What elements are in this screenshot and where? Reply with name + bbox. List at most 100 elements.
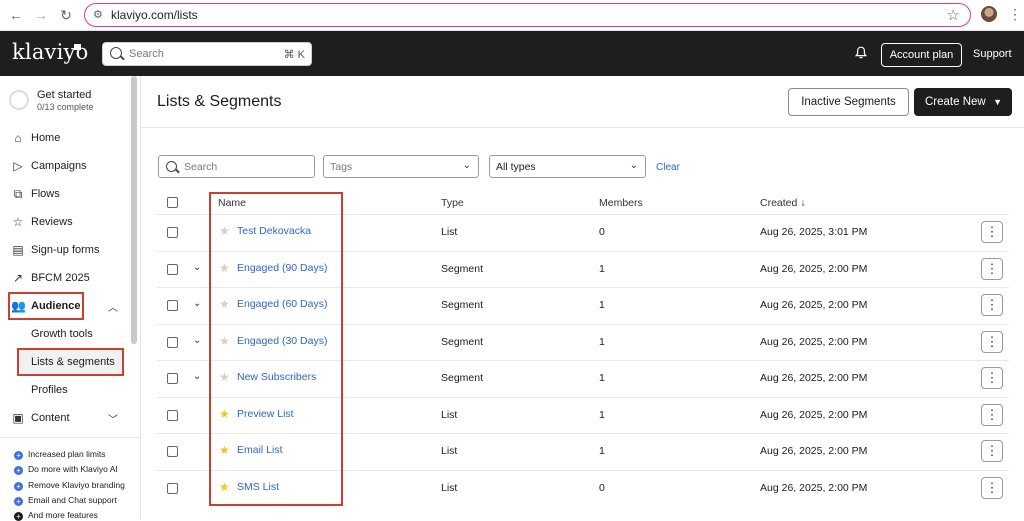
column-header-members[interactable]: Members [599, 197, 643, 209]
sidebar-item-label: Home [31, 132, 61, 144]
plus-icon: + [14, 512, 23, 521]
row-checkbox[interactable] [167, 300, 178, 311]
row-checkbox[interactable] [167, 336, 178, 348]
row-checkbox[interactable] [167, 409, 178, 421]
inactive-segments-button[interactable]: Inactive Segments [788, 88, 909, 116]
upsell-item[interactable]: + Remove Klaviyo branding [14, 480, 125, 491]
sidebar-item-label: Reviews [31, 216, 73, 228]
plus-icon: + [14, 497, 23, 506]
upsell-item[interactable]: + Increased plan limits [14, 449, 105, 460]
type-select[interactable]: All types ⌄ [489, 155, 646, 178]
sidebar-item-growth-tools[interactable]: Growth tools [31, 328, 93, 340]
bookmark-star-icon[interactable]: ☆ [947, 6, 960, 24]
row-more-options-button[interactable]: ⋮ [981, 367, 1003, 389]
form-icon: ▤ [12, 243, 24, 257]
search-icon [110, 47, 122, 59]
chevron-down-icon[interactable]: ⌄ [193, 335, 201, 346]
url-text: klaviyo.com/lists [111, 8, 198, 22]
search-shortcut: ⌘ K [283, 49, 305, 61]
app-header: klaviyo Search ⌘ K Account plan Support [0, 31, 1024, 76]
upsell-item[interactable]: + Do more with Klaviyo AI [14, 464, 118, 475]
tags-select[interactable]: Tags ⌄ [323, 155, 479, 178]
row-created: Aug 26, 2025, 2:00 PM [760, 299, 868, 311]
type-value: All types [496, 161, 536, 173]
row-more-options-button[interactable]: ⋮ [981, 476, 1003, 499]
sidebar-scrollbar[interactable] [131, 76, 137, 344]
select-all-checkbox[interactable] [167, 197, 178, 208]
bell-icon[interactable] [855, 46, 867, 59]
content-icon: ▣ [12, 411, 24, 425]
row-type: List [441, 408, 458, 421]
column-header-created[interactable]: Created ↓ [760, 197, 806, 209]
upsell-label: Do more with Klaviyo AI [28, 464, 118, 474]
reload-icon[interactable]: ↻ [58, 7, 74, 23]
back-icon[interactable]: ← [8, 7, 24, 23]
row-checkbox[interactable] [167, 263, 178, 275]
browser-menu-icon[interactable]: ⋮ [1008, 6, 1022, 23]
sidebar-item-content[interactable]: ▣ Content ﹀ [0, 407, 131, 429]
sidebar-item-signup-forms[interactable]: ▤ Sign-up forms [0, 239, 131, 261]
support-link[interactable]: Support [973, 48, 1012, 60]
lists-segments-highlight-box [17, 348, 124, 376]
column-header-type[interactable]: Type [441, 197, 464, 209]
trend-icon: ↗ [12, 271, 24, 285]
row-more-options-button[interactable]: ⋮ [981, 330, 1003, 353]
sidebar-item-home[interactable]: ⌂ Home [0, 127, 131, 149]
sidebar-item-label: BFCM 2025 [31, 272, 90, 284]
list-search-input[interactable]: Search [158, 155, 315, 178]
chevron-down-icon[interactable]: ⌄ [193, 298, 201, 309]
row-type: List [441, 481, 458, 494]
forward-icon[interactable]: → [33, 7, 49, 23]
row-more-options-button[interactable]: ⋮ [981, 257, 1003, 280]
row-members: 1 [599, 372, 605, 384]
search-placeholder: Search [184, 161, 218, 173]
flows-icon: ⧉ [13, 187, 23, 201]
clear-filters-link[interactable]: Clear [656, 162, 680, 173]
row-members: 1 [599, 445, 605, 457]
get-started-title[interactable]: Get started [37, 89, 91, 101]
row-type: List [441, 226, 458, 238]
row-checkbox[interactable] [167, 373, 178, 384]
global-search-input[interactable]: Search ⌘ K [102, 42, 312, 66]
plus-icon: + [14, 451, 23, 460]
sidebar-item-reviews[interactable]: ☆ Reviews [0, 211, 131, 233]
row-type: Segment [441, 299, 484, 311]
upsell-item[interactable]: + Email and Chat support [14, 495, 117, 506]
row-checkbox[interactable] [167, 446, 178, 457]
row-more-options-button[interactable]: ⋮ [981, 440, 1003, 462]
row-created: Aug 26, 2025, 2:00 PM [760, 445, 868, 457]
row-created: Aug 26, 2025, 2:00 PM [760, 262, 868, 275]
row-created: Aug 26, 2025, 2:00 PM [760, 481, 868, 494]
sidebar-item-flows[interactable]: ⧉ Flows [0, 183, 131, 205]
row-more-options-button[interactable]: ⋮ [981, 403, 1003, 426]
chevron-down-icon[interactable]: ⌄ [193, 371, 201, 382]
star-icon: ☆ [12, 215, 24, 229]
account-plan-button[interactable]: Account plan [881, 43, 962, 67]
plus-icon: + [14, 466, 23, 475]
row-more-options-button[interactable]: ⋮ [981, 221, 1003, 243]
profile-avatar[interactable] [981, 6, 997, 22]
address-bar[interactable]: ⚙ klaviyo.com/lists ☆ [84, 3, 971, 27]
upsell-item[interactable]: + And more features [14, 510, 98, 521]
sidebar-item-profiles[interactable]: Profiles [31, 384, 68, 396]
chevron-down-icon[interactable]: ﹀ [108, 411, 118, 426]
row-created: Aug 26, 2025, 2:00 PM [760, 408, 868, 421]
row-checkbox[interactable] [167, 227, 178, 238]
sidebar-item-bfcm[interactable]: ↗ BFCM 2025 [0, 267, 131, 289]
row-created: Aug 26, 2025, 3:01 PM [760, 226, 868, 238]
row-type: Segment [441, 372, 484, 384]
row-checkbox[interactable] [167, 482, 178, 494]
create-new-button[interactable]: Create New ▼ [914, 88, 1012, 116]
upsell-label: Email and Chat support [28, 495, 117, 505]
row-created: Aug 26, 2025, 2:00 PM [760, 372, 868, 384]
row-members: 0 [599, 226, 605, 238]
row-more-options-button[interactable]: ⋮ [981, 294, 1003, 316]
chevron-down-icon[interactable]: ⌄ [193, 262, 201, 273]
site-info-icon[interactable]: ⚙ [93, 8, 103, 21]
sidebar-item-campaigns[interactable]: ▷ Campaigns [0, 155, 131, 177]
chevron-up-icon[interactable]: ︿ [108, 299, 118, 314]
create-new-label: Create New [925, 96, 986, 108]
sidebar-item-label: Content [31, 412, 70, 424]
home-icon: ⌂ [14, 131, 22, 145]
chevron-down-icon: ▼ [993, 97, 1002, 107]
